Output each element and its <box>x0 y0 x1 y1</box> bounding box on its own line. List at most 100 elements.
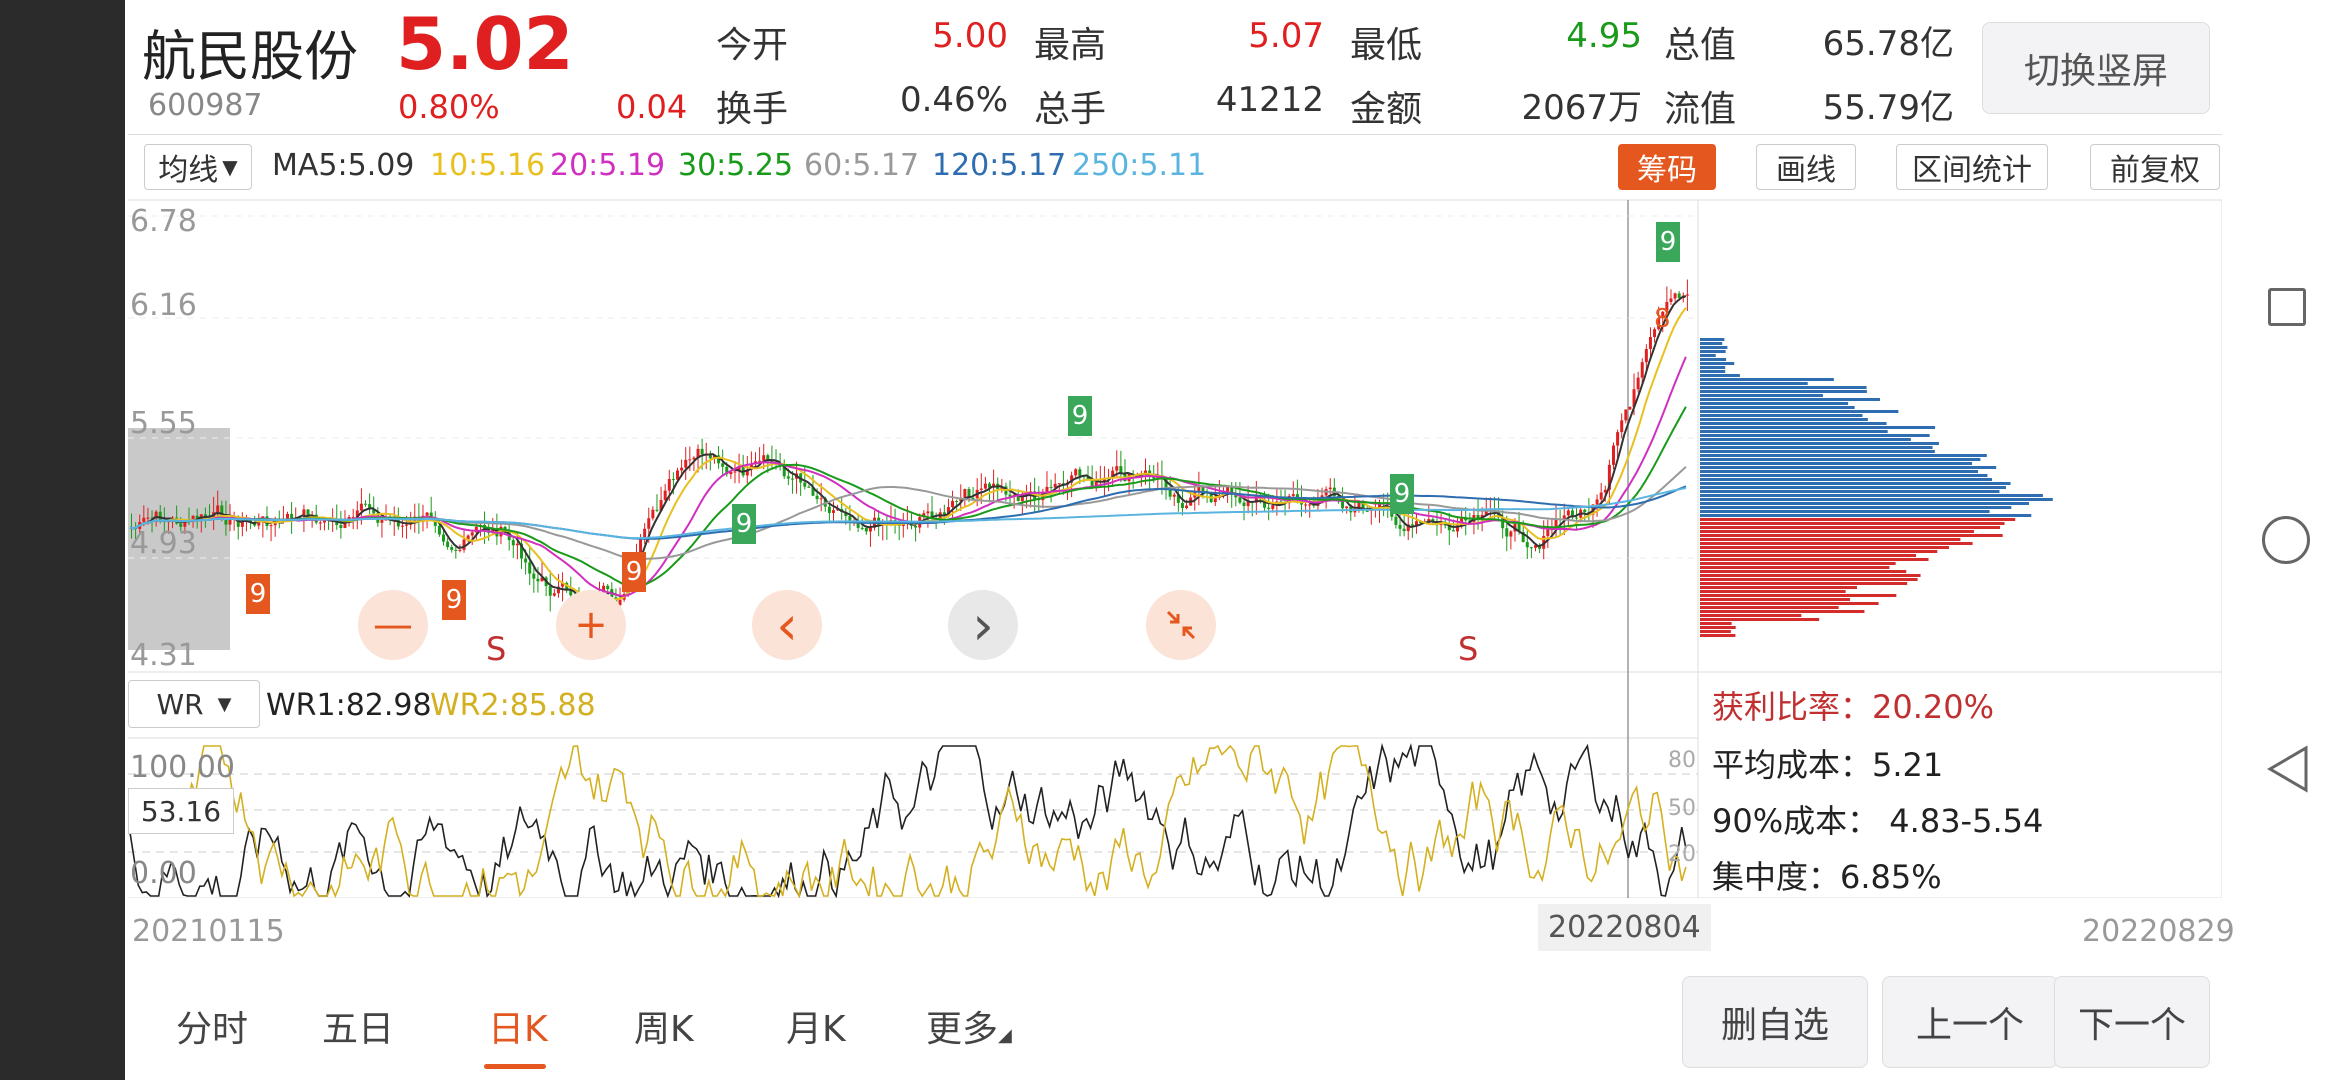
tab-daily-k[interactable]: 日K <box>488 1000 548 1052</box>
quote-label-float-cap: 流值 <box>1664 89 1737 130</box>
tab-weekly-k[interactable]: 周K <box>634 1000 694 1052</box>
chip-bar <box>1700 470 1979 473</box>
previous-stock-button[interactable]: 上一个 <box>1882 976 2058 1068</box>
candle-body <box>1546 529 1550 537</box>
tab-more[interactable]: 更多◢ <box>926 1000 1012 1052</box>
candle-body <box>758 460 762 462</box>
header-divider <box>128 134 2222 135</box>
candle-body <box>1616 432 1620 446</box>
wr-axis-label: 100.00 <box>130 750 235 785</box>
stock-name: 航民股份 <box>142 25 358 88</box>
chip-bar <box>1700 514 2032 517</box>
candle-body <box>1525 542 1529 548</box>
td-count-marker: 8 <box>1654 304 1671 334</box>
candle-body <box>548 586 552 596</box>
candle-body <box>1624 409 1628 421</box>
recent-apps-icon[interactable] <box>2268 288 2306 326</box>
zoom-in-button[interactable]: + <box>556 590 626 660</box>
candle-body <box>359 503 363 511</box>
td-count-marker: 9 <box>1390 474 1414 514</box>
candle-body <box>1628 406 1632 410</box>
candle-body <box>667 479 671 491</box>
back-icon[interactable] <box>2266 744 2310 794</box>
ma60-value: 60:5.17 <box>804 148 920 183</box>
collapse-button[interactable] <box>1146 590 1216 660</box>
range-stats-button[interactable]: 区间统计 <box>1896 144 2048 190</box>
tab-more-label: 更多 <box>926 1009 999 1050</box>
price-tick-label: 4.93 <box>130 526 197 561</box>
candle-body <box>1677 293 1681 298</box>
ma120-value: 120:5.17 <box>932 148 1067 183</box>
ma-dropdown[interactable]: 均线 ▼ <box>144 144 252 190</box>
wr-crosshair-value: 53.16 <box>128 788 234 834</box>
draw-line-button[interactable]: 画线 <box>1756 144 1856 190</box>
chip-bar <box>1700 442 1939 445</box>
quote-label-turnover: 换手 <box>716 89 789 130</box>
chip-bar <box>1700 410 1899 413</box>
candle-body <box>1398 524 1402 529</box>
candle-body <box>269 525 273 527</box>
candle-body <box>914 525 918 528</box>
active-tab-indicator <box>484 1064 546 1069</box>
chips-button[interactable]: 筹码 <box>1618 144 1716 190</box>
candle-body <box>955 500 959 502</box>
chip-bar <box>1700 370 1726 373</box>
wr-indicator-dropdown[interactable]: WR ▼ <box>128 680 260 728</box>
tab-monthly-k[interactable]: 月K <box>786 1000 846 1052</box>
price-tick-label: 6.16 <box>130 288 197 323</box>
cursor-date: 20220804 <box>1538 904 1711 951</box>
wr2-value: WR2:85.88 <box>430 688 596 723</box>
tab-five-day[interactable]: 五日 <box>322 1000 394 1052</box>
zoom-out-button[interactable]: — <box>358 590 428 660</box>
chip-bar <box>1700 402 1849 405</box>
chip-bar <box>1700 454 1987 457</box>
scroll-right-button[interactable]: › <box>948 590 1018 660</box>
td-count-marker: 9 <box>442 580 466 620</box>
chip-bar <box>1700 462 1973 465</box>
kline-chart[interactable] <box>128 198 2222 898</box>
candle-body <box>983 483 987 489</box>
candle-body <box>651 509 655 519</box>
tab-intraday[interactable]: 分时 <box>176 1000 248 1052</box>
quote-label-volume: 总手 <box>1034 89 1107 130</box>
candle-body <box>1291 494 1295 496</box>
chip-bar <box>1700 506 2012 509</box>
chip-bar <box>1700 526 2001 529</box>
candle-body <box>860 527 864 529</box>
candle-body <box>1669 298 1673 302</box>
chip-bar <box>1700 550 1938 553</box>
chip-bar <box>1700 426 1936 429</box>
candle-body <box>524 558 528 563</box>
chip-bar <box>1700 350 1726 353</box>
scroll-left-button[interactable]: ‹ <box>752 590 822 660</box>
current-price: 5.02 <box>396 2 574 86</box>
candle-body <box>532 573 536 579</box>
change-percent: 0.80% <box>398 88 500 126</box>
candle-body <box>1328 487 1332 490</box>
quote-value-float-cap: 55.79亿 <box>1822 88 1954 128</box>
chip-bar <box>1700 510 1990 513</box>
candle-body <box>786 476 790 479</box>
candle-body <box>1267 507 1271 509</box>
home-icon[interactable] <box>2262 516 2310 564</box>
next-stock-button[interactable]: 下一个 <box>2054 976 2210 1068</box>
candle-body <box>1410 524 1414 526</box>
wr1-value: WR1:82.98 <box>266 688 432 723</box>
candle-body <box>803 482 807 487</box>
td-count-marker: 9 <box>622 552 646 592</box>
price-tick-label: 6.78 <box>130 204 197 239</box>
chip-bar <box>1700 366 1726 369</box>
candle-body <box>1345 506 1349 509</box>
switch-portrait-button[interactable]: 切换竖屏 <box>1982 22 2210 114</box>
candle-body <box>832 510 835 513</box>
candle-body <box>400 525 404 527</box>
candle-body <box>1119 466 1123 473</box>
candle-body <box>684 459 688 468</box>
chip-bar <box>1700 482 2011 485</box>
candle-body <box>1612 445 1615 465</box>
chip-bar <box>1700 346 1728 349</box>
adjust-price-button[interactable]: 前复权 <box>2090 144 2220 190</box>
candle-body <box>216 505 220 513</box>
remove-watchlist-button[interactable]: 删自选 <box>1682 976 1868 1068</box>
candle-body <box>1394 516 1398 525</box>
